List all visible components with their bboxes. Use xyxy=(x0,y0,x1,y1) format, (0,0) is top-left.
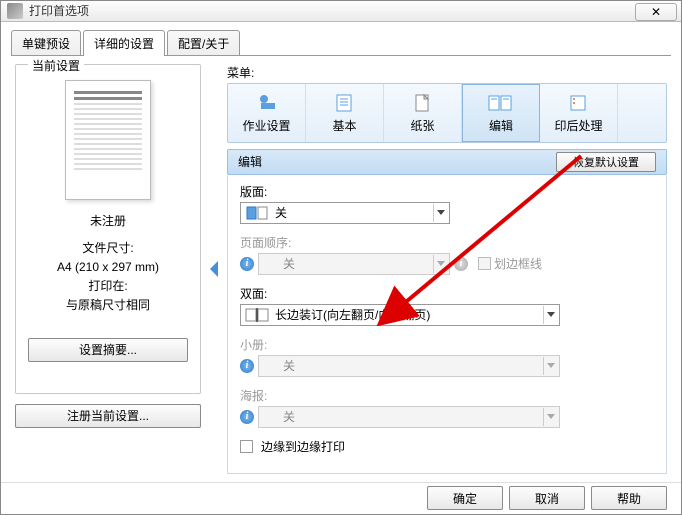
edge-print-row: 边缘到边缘打印 xyxy=(240,438,654,455)
booklet-select: 关 xyxy=(258,355,560,377)
dropdown-arrow-icon xyxy=(433,204,447,222)
poster-row: 海报: i 关 xyxy=(240,387,654,428)
preview-info: 未注册 文件尺寸: A4 (210 x 297 mm) 打印在: 与原稿尺寸相同 xyxy=(57,212,159,316)
collapse-arrow-icon[interactable] xyxy=(210,261,218,277)
printer-icon xyxy=(7,3,23,19)
section-title: 编辑 xyxy=(238,153,262,170)
dropdown-arrow-icon xyxy=(433,255,447,273)
layout-select-icon xyxy=(245,205,271,221)
duplex-row: 双面: 长边装订(向左翻页/向上翻页) xyxy=(240,285,654,326)
page-order-row: 页面顺序: i 关 i 划边框线 xyxy=(240,234,654,275)
info-icon[interactable]: i xyxy=(240,257,254,271)
paper-icon xyxy=(409,91,437,115)
duplex-label: 双面: xyxy=(240,285,654,302)
dialog-window: 打印首选项 ✕ 单键预设 详细的设置 配置/关于 当前设置 未注册 文件尺寸: xyxy=(0,0,682,515)
current-settings-fieldset: 当前设置 未注册 文件尺寸: A4 (210 x 297 mm) 打印在: 与原… xyxy=(15,64,201,394)
unregistered-label: 未注册 xyxy=(57,212,159,231)
duplex-select[interactable]: 长边装订(向左翻页/向上翻页) xyxy=(240,304,560,326)
content-area: 当前设置 未注册 文件尺寸: A4 (210 x 297 mm) 打印在: 与原… xyxy=(1,56,681,482)
tab-config-about[interactable]: 配置/关于 xyxy=(167,30,240,56)
menu-label: 菜单: xyxy=(227,64,667,81)
help-button[interactable]: 帮助 xyxy=(591,486,667,510)
dropdown-arrow-icon xyxy=(543,408,557,426)
file-size-label: 文件尺寸: xyxy=(57,239,159,258)
page-order-label: 页面顺序: xyxy=(240,234,654,251)
tabs-row: 单键预设 详细的设置 配置/关于 xyxy=(1,22,681,56)
titlebar: 打印首选项 ✕ xyxy=(1,1,681,22)
layout-row: 版面: 关 xyxy=(240,183,654,224)
file-size-value: A4 (210 x 297 mm) xyxy=(57,258,159,277)
booklet-label: 小册: xyxy=(240,336,654,353)
info-icon: i xyxy=(454,257,468,271)
border-label: 划边框线 xyxy=(494,255,542,272)
border-checkbox-wrap: 划边框线 xyxy=(478,255,542,272)
info-icon[interactable]: i xyxy=(240,359,254,373)
layout-select[interactable]: 关 xyxy=(240,202,450,224)
menu-finishing[interactable]: 印后处理 xyxy=(540,84,618,142)
booklet-row: 小册: i 关 xyxy=(240,336,654,377)
menu-job-settings[interactable]: 作业设置 xyxy=(228,84,306,142)
duplex-select-icon xyxy=(245,307,271,323)
layout-label: 版面: xyxy=(240,183,654,200)
print-at-value: 与原稿尺寸相同 xyxy=(57,296,159,315)
edit-icon xyxy=(487,91,515,115)
border-checkbox xyxy=(478,257,491,270)
basic-icon xyxy=(331,91,359,115)
tab-detailed-settings[interactable]: 详细的设置 xyxy=(83,30,165,56)
settings-summary-button[interactable]: 设置摘要... xyxy=(28,338,188,362)
bottom-bar: 确定 取消 帮助 xyxy=(1,482,681,514)
menu-edit[interactable]: 编辑 xyxy=(462,84,540,142)
cancel-button[interactable]: 取消 xyxy=(509,486,585,510)
dropdown-arrow-icon xyxy=(543,357,557,375)
close-icon: ✕ xyxy=(651,5,661,19)
menu-bar: 作业设置 基本 纸张 编辑 印后处理 xyxy=(227,83,667,143)
dropdown-arrow-icon xyxy=(543,306,557,324)
menu-paper[interactable]: 纸张 xyxy=(384,84,462,142)
job-settings-icon xyxy=(253,91,281,115)
close-button[interactable]: ✕ xyxy=(635,3,677,21)
left-panel: 当前设置 未注册 文件尺寸: A4 (210 x 297 mm) 打印在: 与原… xyxy=(15,64,201,474)
collapse-arrow-col xyxy=(209,64,219,474)
print-at-label: 打印在: xyxy=(57,277,159,296)
right-panel: 菜单: 作业设置 基本 纸张 编辑 xyxy=(227,64,667,474)
poster-select: 关 xyxy=(258,406,560,428)
edge-print-label: 边缘到边缘打印 xyxy=(261,438,345,455)
edge-print-checkbox[interactable] xyxy=(240,440,253,453)
tab-quick-preset[interactable]: 单键预设 xyxy=(11,30,81,56)
finishing-icon xyxy=(565,91,593,115)
ok-button[interactable]: 确定 xyxy=(427,486,503,510)
current-settings-title: 当前设置 xyxy=(28,57,84,74)
page-order-select: 关 xyxy=(258,253,450,275)
restore-defaults-button[interactable]: 恢复默认设置 xyxy=(556,152,656,172)
register-current-button[interactable]: 注册当前设置... xyxy=(15,404,201,428)
section-header: 编辑 恢复默认设置 xyxy=(227,149,667,175)
info-icon[interactable]: i xyxy=(240,410,254,424)
window-title: 打印首选项 xyxy=(29,2,89,19)
menu-basic[interactable]: 基本 xyxy=(306,84,384,142)
page-preview xyxy=(65,80,151,200)
settings-box: 版面: 关 页面顺序: i 关 xyxy=(227,175,667,474)
poster-label: 海报: xyxy=(240,387,654,404)
